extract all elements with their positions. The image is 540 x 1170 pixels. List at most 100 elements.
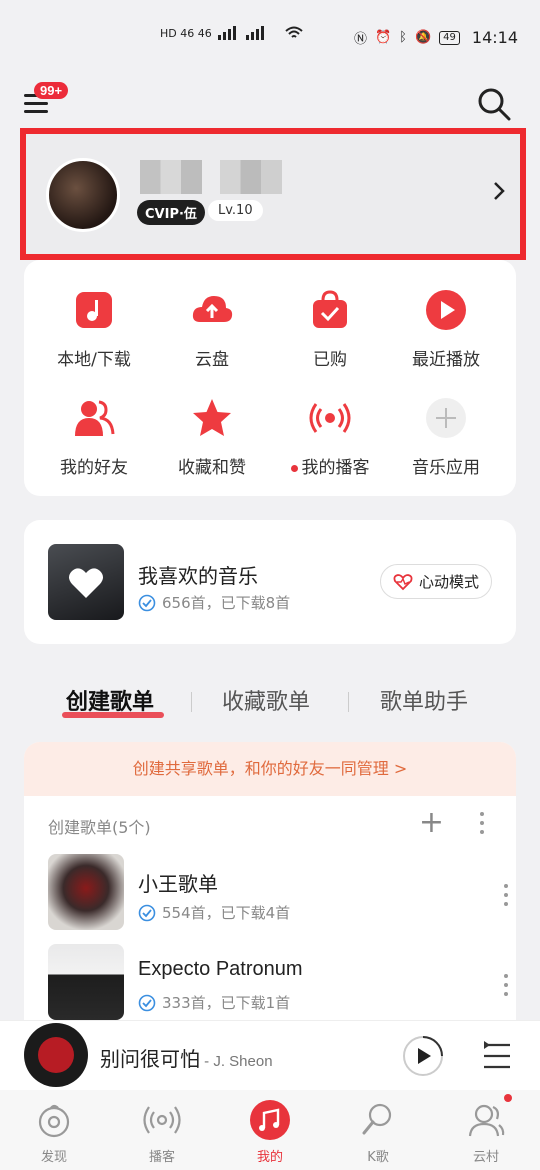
nav-label: 播客 (148, 1150, 175, 1165)
quick-action-label: 收藏和赞 (178, 458, 246, 478)
quick-action-label-row: 我的播客 (270, 453, 390, 478)
bluetooth-icon: ᛒ (399, 30, 407, 45)
quick-action-label: 我的播客 (301, 458, 370, 478)
quick-action-cloud[interactable]: 云盘 (152, 288, 272, 370)
quick-action-label: 我的好友 (60, 458, 128, 478)
level-badge[interactable]: Lv.10 (208, 200, 263, 221)
play-icon[interactable] (402, 1035, 444, 1077)
vip-badge[interactable]: CVIP·伍 (137, 200, 205, 225)
nav-mine[interactable]: 我的 (230, 1100, 310, 1165)
tab-divider (191, 692, 192, 712)
playlist-header: 创建歌单(5个) (48, 818, 151, 837)
chevron-right-icon[interactable] (492, 180, 506, 202)
artist-name: - J. Sheon (200, 1053, 273, 1070)
heartbeat-icon (393, 573, 413, 590)
nav-podcast[interactable]: 播客 (122, 1100, 202, 1165)
share-playlist-banner[interactable]: 创建共享歌单，和你的好友一同管理 > (24, 742, 516, 796)
song-title: 别问很可怕 (100, 1047, 200, 1071)
status-right: Ⓝ ⏰ ᛒ 🔕 49 14:14 (354, 28, 518, 47)
discover-icon (38, 1104, 70, 1138)
music-note-icon (250, 1100, 290, 1140)
nav-label: 发现 (40, 1150, 67, 1165)
quick-action-label: 云盘 (195, 350, 229, 370)
status-bar: HD 46 46 Ⓝ ⏰ ᛒ 🔕 49 14:14 (0, 0, 540, 80)
quick-actions-card: 本地/下载 云盘 已购 最近播放 我的好友 收藏和赞 我的播客 音乐应用 (24, 260, 516, 496)
shopping-bag-icon (313, 290, 347, 328)
tab-assistant[interactable]: 歌单助手 (380, 684, 468, 716)
community-icon (468, 1104, 505, 1137)
podcast-icon (143, 1106, 181, 1134)
friends-icon (75, 400, 115, 436)
nav-label: 云村 (472, 1150, 499, 1165)
playlist-cover (48, 944, 124, 1020)
quick-action-label: 本地/下载 (57, 350, 131, 370)
tab-divider (348, 692, 349, 712)
playlist-tabs: 创建歌单 收藏歌单 歌单助手 (0, 684, 540, 724)
nfc-icon: Ⓝ (353, 32, 367, 47)
tab-created[interactable]: 创建歌单 (66, 684, 154, 716)
quick-action-recent[interactable]: 最近播放 (386, 288, 506, 370)
quick-action-purchased[interactable]: 已购 (270, 288, 390, 370)
play-circle-icon (426, 290, 466, 330)
microphone-icon (362, 1103, 392, 1135)
liked-music-card[interactable]: 我喜欢的音乐 656首，已下载8首 心动模式 (24, 520, 516, 644)
now-playing[interactable]: 别问很可怕 - J. Sheon (100, 1043, 273, 1072)
playlist-item[interactable]: 小王歌单 554首，已下载4首 (48, 854, 508, 930)
signal-text: HD 46 46 (160, 26, 212, 40)
menu-icon-line (24, 102, 48, 105)
search-icon[interactable] (476, 86, 512, 122)
playlist-subtitle: 554首，已下载4首 (162, 904, 291, 922)
heartbeat-mode-button[interactable]: 心动模式 (379, 564, 492, 599)
signal-icon (217, 26, 264, 40)
cloud-upload-icon (192, 296, 233, 322)
heart-icon (69, 568, 103, 598)
broadcast-icon (309, 403, 351, 433)
liked-subtitle: 656首，已下载8首 (162, 594, 291, 612)
battery-indicator: 49 (439, 30, 460, 45)
username-blurred-2 (220, 160, 282, 194)
clock: 14:14 (471, 28, 518, 47)
username-blurred (140, 160, 202, 194)
quick-action-apps[interactable]: 音乐应用 (386, 396, 506, 478)
add-playlist-button[interactable]: + (419, 808, 444, 838)
playlist-subtitle: 333首，已下载1首 (162, 994, 291, 1012)
playlist-queue-icon[interactable] (480, 1039, 514, 1073)
nav-community[interactable]: 云村 (446, 1100, 526, 1165)
notification-dot (504, 1094, 512, 1102)
more-icon[interactable] (504, 884, 510, 911)
more-icon[interactable] (504, 974, 510, 1001)
mute-icon: 🔕 (414, 30, 432, 45)
alarm-icon: ⏰ (374, 30, 392, 45)
new-dot (290, 464, 298, 472)
profile-card[interactable]: CVIP·伍 Lv.10 (20, 128, 526, 260)
downloaded-check-icon (138, 594, 156, 611)
mini-player[interactable]: 别问很可怕 - J. Sheon (0, 1020, 540, 1090)
nav-label: 我的 (256, 1150, 283, 1165)
liked-cover (48, 544, 124, 620)
star-icon (193, 399, 231, 436)
quick-action-podcast[interactable]: 我的播客 (270, 396, 390, 478)
liked-subtitle-row: 656首，已下载8首 (138, 592, 290, 613)
quick-action-favorites[interactable]: 收藏和赞 (152, 396, 272, 478)
playlist-item[interactable]: Expecto Patronum 333首，已下载1首 (48, 944, 508, 1020)
quick-action-local-download[interactable]: 本地/下载 (34, 288, 154, 370)
avatar[interactable] (46, 158, 120, 232)
menu-icon-line (24, 110, 48, 113)
signal-indicators: HD 46 46 (160, 26, 304, 40)
more-icon[interactable] (480, 812, 486, 839)
album-disc[interactable] (24, 1023, 88, 1087)
quick-action-friends[interactable]: 我的好友 (34, 396, 154, 478)
playlist-subtitle-row: 554首，已下载4首 (138, 902, 290, 923)
tab-collected[interactable]: 收藏歌单 (222, 684, 310, 716)
playlist-cover (48, 854, 124, 930)
music-folder-icon (76, 292, 112, 328)
liked-title: 我喜欢的音乐 (138, 564, 258, 588)
quick-action-label: 音乐应用 (412, 458, 480, 478)
playlist-title: Expecto Patronum (138, 958, 303, 980)
playlist-title: 小王歌单 (138, 874, 218, 896)
heartbeat-mode-label: 心动模式 (418, 573, 479, 591)
downloaded-check-icon (138, 904, 156, 921)
notification-badge: 99+ (34, 82, 69, 99)
nav-discover[interactable]: 发现 (14, 1100, 94, 1165)
nav-karaoke[interactable]: K歌 (338, 1100, 418, 1165)
